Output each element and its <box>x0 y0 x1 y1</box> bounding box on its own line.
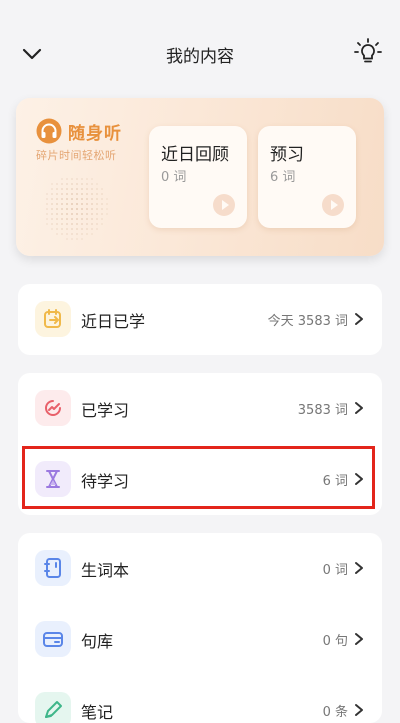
page-title: 我的内容 <box>166 47 234 67</box>
chevron-right-icon <box>355 402 363 414</box>
tips-button[interactable] <box>354 38 382 68</box>
item-value: 今天 3583 词 <box>267 314 348 329</box>
speaker-dots-decoration <box>46 178 108 240</box>
preview-card[interactable]: 预习 6 词 <box>258 126 356 228</box>
list-item-notes[interactable]: 笔记 0 条 <box>18 675 382 723</box>
brand-slogan: 碎片时间轻松听 <box>36 149 117 162</box>
recent-review-card[interactable]: 近日回顾 0 词 <box>149 126 247 228</box>
chevron-right-icon <box>355 562 363 574</box>
list-item-learned[interactable]: 已学习 3583 词 <box>18 373 382 444</box>
card-icon <box>35 621 71 657</box>
item-label: 已学习 <box>81 400 130 420</box>
item-label: 近日已学 <box>81 311 146 331</box>
item-label: 生词本 <box>81 560 130 580</box>
list-item-recent-learned[interactable]: 近日已学 今天 3583 词 <box>18 284 382 355</box>
selection-highlight <box>22 446 375 509</box>
item-value: 0 条 <box>322 705 348 720</box>
lightbulb-icon <box>354 38 382 63</box>
pen-icon <box>35 692 71 723</box>
card-count: 6 词 <box>270 170 296 185</box>
card-count: 0 词 <box>161 170 187 185</box>
brand: 随身听 <box>36 118 122 144</box>
item-label: 笔记 <box>81 702 114 722</box>
play-icon[interactable] <box>213 194 235 216</box>
card-title: 近日回顾 <box>161 145 229 165</box>
headphones-icon <box>36 118 62 144</box>
item-label: 句库 <box>81 631 114 651</box>
chevron-right-icon <box>355 704 363 716</box>
brand-name: 随身听 <box>68 123 122 144</box>
chevron-right-icon <box>355 313 363 325</box>
header: 我的内容 <box>0 0 400 100</box>
item-value: 3583 词 <box>297 403 348 418</box>
progress-arc-icon <box>35 390 71 426</box>
item-value: 0 词 <box>322 563 348 578</box>
recent-group: 近日已学 今天 3583 词 <box>18 284 382 355</box>
collection-group: 生词本 0 词 句库 0 句 笔记 0 条 <box>18 533 382 723</box>
item-value: 0 句 <box>322 634 348 649</box>
calendar-arrow-icon <box>35 301 71 337</box>
list-item-sentence-library[interactable]: 句库 0 句 <box>18 604 382 675</box>
play-icon[interactable] <box>322 194 344 216</box>
chevron-right-icon <box>355 633 363 645</box>
list-item-vocabulary-book[interactable]: 生词本 0 词 <box>18 533 382 604</box>
audio-player-card[interactable]: 随身听 碎片时间轻松听 近日回顾 0 词 预习 6 词 <box>16 98 384 256</box>
card-title: 预习 <box>270 145 304 165</box>
notebook-icon <box>35 550 71 586</box>
